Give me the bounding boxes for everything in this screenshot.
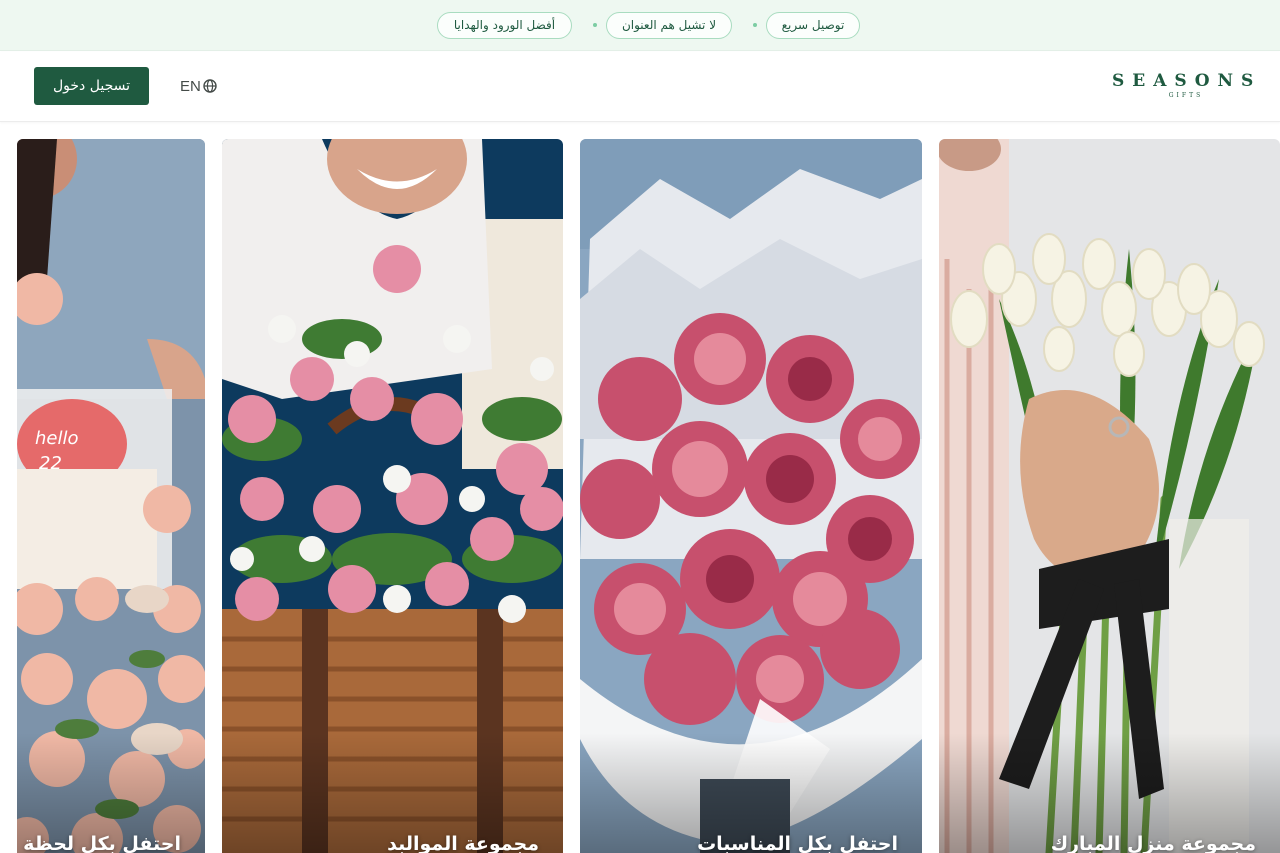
announcement-text: لا تشيل هم العنوان (621, 18, 717, 32)
login-button[interactable]: تسجيل دخول (34, 67, 149, 105)
collection-title: مجموعة منزل المبارك (1050, 833, 1256, 853)
language-label: EN (180, 77, 201, 95)
announcement-pill-fast-delivery[interactable]: توصيل سريع (766, 12, 860, 39)
announcement-bar: توصيل سريع لا تشيل هم العنوان أفضل الورو… (0, 0, 1280, 51)
announcement-pill-address[interactable]: لا تشيل هم العنوان (606, 12, 732, 39)
separator-dot (753, 23, 757, 27)
site-logo[interactable]: SEASONS GIFTS (1112, 72, 1260, 100)
language-switcher[interactable]: EN (180, 76, 217, 96)
collection-card[interactable]: مجموعة الموالبد (222, 139, 563, 853)
announcement-pill-best-flowers[interactable]: أفضل الورود والهدايا (437, 12, 572, 39)
announcement-text: أفضل الورود والهدايا (453, 18, 556, 32)
site-header: تسجيل دخول EN SEASONS GIFTS (0, 52, 1280, 122)
collection-title: احتفل بكل المناسبات (697, 833, 898, 853)
collection-title: مجموعة الموالبد (387, 833, 539, 853)
collection-card[interactable]: مجموعة منزل المبارك (939, 139, 1280, 853)
announcement-text: توصيل سريع (781, 18, 845, 32)
collection-card[interactable]: hello 22 احتفل بكل لحظة (17, 139, 205, 853)
collection-title: احتفل بكل لحظة (23, 833, 181, 853)
logo-subtext: GIFTS (1168, 92, 1204, 99)
svg-text:hello: hello (35, 428, 79, 449)
separator-dot (593, 23, 597, 27)
collection-card[interactable]: احتفل بكل المناسبات (580, 139, 922, 853)
globe-icon (203, 79, 217, 93)
logo-text: SEASONS (1112, 71, 1262, 91)
